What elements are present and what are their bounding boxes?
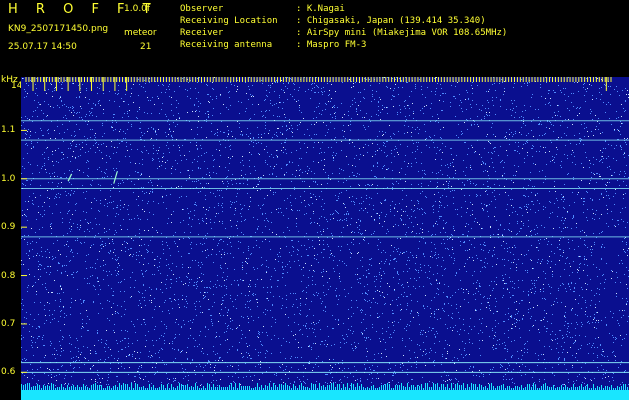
- location-value: : Chigasaki, Japan (139.414 35.340): [296, 16, 486, 26]
- capture-timestamp: 25.07.17 14:50: [8, 42, 77, 52]
- noise-bright: [21, 77, 629, 386]
- y-tick-label: 1.0: [1, 173, 16, 184]
- observer-label: Observer: [180, 4, 224, 14]
- receiver-value: : AirSpy mini (Miakejima VOR 108.65MHz): [296, 28, 508, 38]
- meteor-echo: [67, 173, 73, 182]
- meteor-count: 21: [140, 42, 152, 52]
- receiver-label: Receiver: [180, 28, 224, 38]
- header-panel: H R O F F T 1.0.0f KN9_2507171450.png me…: [0, 0, 629, 75]
- app-version: 1.0.0f: [124, 4, 151, 14]
- bottom-noise-spikes: [21, 383, 628, 390]
- noise-layer: [21, 77, 629, 386]
- location-label: Receiving Location: [180, 16, 278, 26]
- antenna-label: Receiving antenna: [180, 40, 273, 50]
- y-tick-label: 0.8: [1, 270, 16, 281]
- y-tick-label: 0.9: [1, 222, 16, 233]
- spectrogram-svg: [21, 77, 629, 400]
- antenna-value: : Maspro FM-3: [296, 40, 367, 50]
- y-tick-label: 0.6: [1, 367, 16, 378]
- y-tick-label: 1.1: [1, 125, 16, 136]
- meteor-echo: [113, 171, 118, 184]
- observer-value: : K.Nagai: [296, 4, 345, 14]
- image-filename: KN9_2507171450.png: [8, 24, 109, 34]
- bottom-noise-band: [21, 390, 629, 400]
- y-tick-label: 0.7: [1, 318, 16, 329]
- spectrogram-plot: [21, 77, 629, 400]
- meteor-label: meteor: [124, 28, 157, 38]
- noise-speckle: [21, 77, 629, 386]
